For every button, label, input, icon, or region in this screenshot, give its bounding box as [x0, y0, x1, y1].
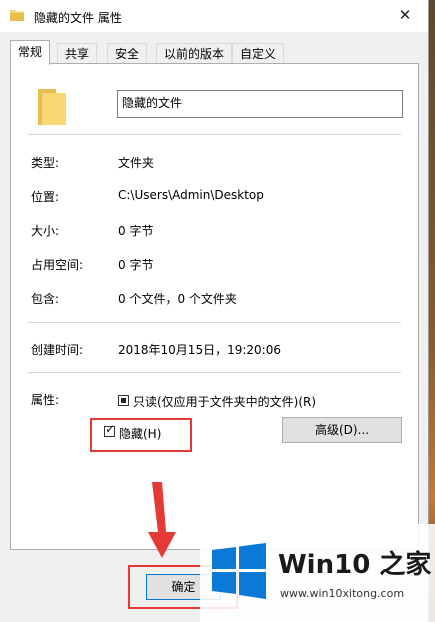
tab-previous-versions[interactable]: 以前的版本 — [156, 43, 233, 64]
contains-value: 0 个文件，0 个文件夹 — [118, 292, 237, 306]
folder-large-icon — [38, 89, 66, 125]
watermark: Win10 之家 www.win10xitong.com — [200, 524, 435, 622]
size-value: 0 字节 — [118, 224, 154, 238]
divider — [28, 134, 401, 135]
title-bar[interactable]: 隐藏的文件 属性 ✕ — [0, 0, 428, 32]
close-button[interactable]: ✕ — [382, 0, 428, 32]
divider — [28, 372, 401, 373]
folder-name-input[interactable]: 隐藏的文件 — [117, 90, 403, 118]
created-label: 创建时间: — [31, 343, 84, 357]
watermark-url: www.win10xitong.com — [280, 587, 405, 600]
type-label: 类型: — [31, 156, 60, 170]
location-label: 位置: — [31, 190, 60, 204]
watermark-title: Win10 之家 — [278, 550, 432, 580]
divider — [28, 322, 401, 323]
location-value: C:\Users\Admin\Desktop — [118, 188, 264, 202]
attributes-label: 属性: — [31, 393, 60, 407]
tab-customize[interactable]: 自定义 — [232, 43, 285, 64]
windows-logo-icon — [212, 543, 266, 599]
advanced-button[interactable]: 高级(D)... — [282, 417, 402, 443]
type-value: 文件夹 — [118, 156, 155, 170]
readonly-label[interactable]: 只读(仅应用于文件夹中的文件)(R) — [133, 393, 316, 410]
size-label: 大小: — [31, 224, 60, 238]
size-on-disk-value: 0 字节 — [118, 258, 154, 272]
created-value: 2018年10月15日，19:20:06 — [118, 343, 281, 357]
close-icon: ✕ — [398, 6, 412, 24]
general-panel: 隐藏的文件 类型: 文件夹 位置: C:\Users\Admin\Desktop… — [10, 63, 419, 550]
window-title: 隐藏的文件 属性 — [34, 11, 122, 25]
tab-sharing[interactable]: 共享 — [57, 43, 98, 64]
size-on-disk-label: 占用空间: — [31, 258, 84, 272]
contains-label: 包含: — [31, 292, 60, 306]
folder-icon — [10, 10, 24, 21]
red-arrow-icon — [148, 482, 176, 558]
tab-general[interactable]: 常规 — [10, 40, 51, 65]
readonly-checkbox[interactable] — [118, 395, 129, 406]
tab-security[interactable]: 安全 — [107, 43, 148, 64]
hidden-highlight-box — [90, 418, 192, 452]
